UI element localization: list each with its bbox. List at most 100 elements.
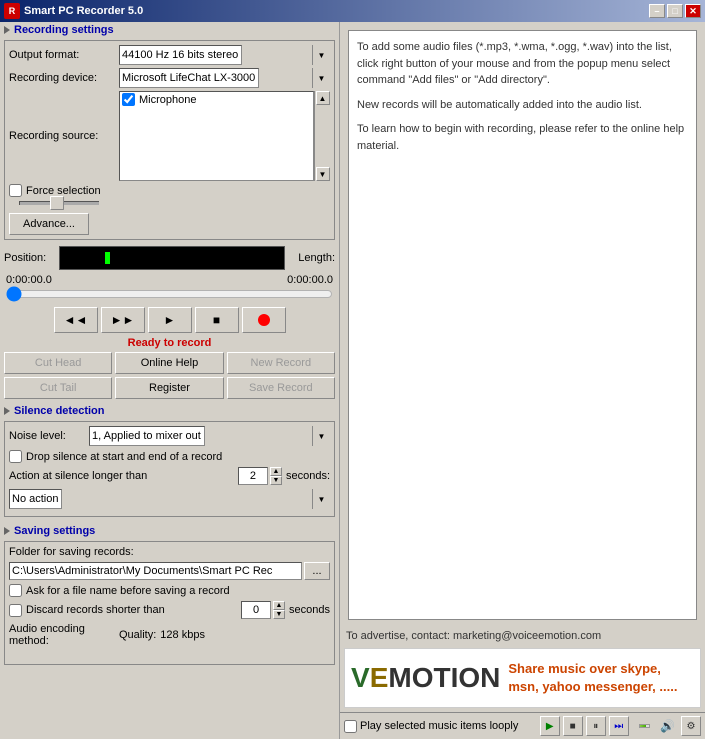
drop-silence-label: Drop silence at start and end of a recor… <box>26 451 222 463</box>
volume-slider-container <box>9 201 330 205</box>
quality-label: Quality: <box>119 629 156 641</box>
play-button[interactable]: ► <box>148 307 192 333</box>
microphone-label: Microphone <box>139 94 196 106</box>
silence-seconds-down-button[interactable]: ▼ <box>270 476 282 485</box>
loop-checkbox[interactable] <box>344 720 357 733</box>
title-bar: R Smart PC Recorder 5.0 – □ ✕ <box>0 0 705 22</box>
recording-settings-header-bar: Recording settings <box>0 22 339 38</box>
volume-slider-thumb[interactable] <box>50 196 64 210</box>
recording-source-label: Recording source: <box>9 130 119 142</box>
drop-silence-checkbox[interactable] <box>9 450 22 463</box>
info-para-2: New records will be automatically added … <box>357 97 688 114</box>
no-action-row: No action ▼ <box>9 489 330 509</box>
record-button[interactable] <box>242 307 286 333</box>
silence-detection-header: Silence detection <box>14 405 104 417</box>
noise-level-select[interactable]: 1, Applied to mixer out <box>89 426 205 446</box>
transport-buttons: ◄◄ ►► ► ■ <box>4 307 335 333</box>
rewind-button[interactable]: ◄◄ <box>54 307 98 333</box>
stop-button[interactable]: ■ <box>195 307 239 333</box>
output-format-select[interactable]: 44100 Hz 16 bits stereo <box>119 45 242 65</box>
minimize-button[interactable]: – <box>649 4 665 18</box>
silence-seconds-up-button[interactable]: ▲ <box>270 467 282 476</box>
recording-source-row: Recording source: Microphone ▲ ▼ <box>9 91 330 181</box>
action-buttons-row2: Cut Tail Register Save Record <box>4 377 335 399</box>
length-time: 0:00:00.0 <box>273 274 333 286</box>
position-time: 0:00:00.0 <box>6 274 66 286</box>
silence-detection-header-bar: Silence detection <box>0 403 339 419</box>
source-scrollbar: ▲ ▼ <box>314 91 330 181</box>
transport-area: Position: Length: 0:00:00.0 0:00:00.0 ◄◄… <box>4 246 335 399</box>
discard-up-button[interactable]: ▲ <box>273 601 285 610</box>
ask-filename-row: Ask for a file name before saving a reco… <box>9 584 330 597</box>
encoding-row: Audio encoding method: Quality: 128 kbps <box>9 623 330 647</box>
silence-seconds-input[interactable] <box>238 467 268 485</box>
bottom-play-button[interactable]: ▶ <box>540 716 560 736</box>
status-text: Ready to record <box>4 337 335 349</box>
discard-short-checkbox[interactable] <box>9 604 22 617</box>
volume-slider-track[interactable] <box>19 201 99 205</box>
ve-motion-text: MOTION <box>388 662 500 693</box>
force-selection-checkbox[interactable] <box>9 184 22 197</box>
silence-section-triangle-icon <box>4 407 10 415</box>
saving-spacer <box>9 650 330 660</box>
settings-button[interactable]: ⚙ <box>681 716 701 736</box>
source-list[interactable]: Microphone <box>119 91 314 181</box>
new-record-button[interactable]: New Record <box>227 352 335 374</box>
info-para-3: To learn how to begin with recording, pl… <box>357 121 688 154</box>
recording-settings-header: Recording settings <box>14 24 114 36</box>
forward-button[interactable]: ►► <box>101 307 145 333</box>
microphone-checkbox[interactable] <box>122 93 135 106</box>
cut-head-button[interactable]: Cut Head <box>4 352 112 374</box>
bottom-bar: Play selected music items looply ▶ ■ ⏸ ⏭… <box>340 712 705 739</box>
window-controls: – □ ✕ <box>649 4 701 18</box>
saving-settings-box: Folder for saving records: ... Ask for a… <box>4 541 335 665</box>
ad-area: VEMOTION Share music over skype, msn, ya… <box>344 648 701 708</box>
progress-slider[interactable] <box>6 288 333 300</box>
online-help-button[interactable]: Online Help <box>115 352 223 374</box>
folder-path-input[interactable] <box>9 562 302 580</box>
recording-device-select[interactable]: Microsoft LifeChat LX-3000 <box>119 68 259 88</box>
main-window: Recording settings Output format: 44100 … <box>0 22 705 739</box>
source-scroll-down-button[interactable]: ▼ <box>316 167 330 181</box>
register-button[interactable]: Register <box>115 377 223 399</box>
output-format-arrow-icon: ▼ <box>312 45 330 65</box>
no-action-wrapper: No action ▼ <box>9 489 330 509</box>
recording-device-arrow-icon: ▼ <box>312 68 330 88</box>
loop-check-row: Play selected music items looply <box>344 720 518 733</box>
discard-down-button[interactable]: ▼ <box>273 610 285 619</box>
recording-settings-box: Output format: 44100 Hz 16 bits stereo ▼… <box>4 40 335 240</box>
ad-text: Share music over skype, msn, yahoo messe… <box>508 660 694 696</box>
encoding-label: Audio encoding method: <box>9 623 119 647</box>
saving-section-triangle-icon <box>4 527 10 535</box>
saving-settings-header: Saving settings <box>14 525 95 537</box>
source-scroll-up-button[interactable]: ▲ <box>316 91 330 105</box>
discard-spinners: ▲ ▼ <box>273 601 285 619</box>
cut-tail-button[interactable]: Cut Tail <box>4 377 112 399</box>
recording-device-wrapper: Microsoft LifeChat LX-3000 ▼ <box>119 68 330 88</box>
info-para-1: To add some audio files (*.mp3, *.wma, *… <box>357 39 688 89</box>
info-row: To add some audio files (*.mp3, *.wma, *… <box>344 26 701 624</box>
browse-button[interactable]: ... <box>304 562 330 580</box>
bottom-stop-button[interactable]: ■ <box>563 716 583 736</box>
source-list-container: Microphone ▲ ▼ <box>119 91 330 181</box>
length-label: Length: <box>285 252 335 264</box>
save-record-button[interactable]: Save Record <box>227 377 335 399</box>
time-row: 0:00:00.0 0:00:00.0 <box>4 274 335 286</box>
silence-detection-box: Noise level: 1, Applied to mixer out ▼ D… <box>4 421 335 517</box>
bottom-skip-button[interactable]: ⏭ <box>609 716 629 736</box>
ask-filename-checkbox[interactable] <box>9 584 22 597</box>
force-selection-label: Force selection <box>26 185 101 197</box>
close-button[interactable]: ✕ <box>685 4 701 18</box>
discard-unit-label: seconds <box>289 604 330 616</box>
maximize-button[interactable]: □ <box>667 4 683 18</box>
discard-value-input[interactable] <box>241 601 271 619</box>
bottom-pause-button[interactable]: ⏸ <box>586 716 606 736</box>
volume-icon: 🔊 <box>660 719 675 733</box>
app-icon: R <box>4 3 20 19</box>
saving-settings-header-bar: Saving settings <box>0 523 339 539</box>
advance-button[interactable]: Advance... <box>9 213 89 235</box>
record-dot-icon <box>258 314 270 326</box>
no-action-select[interactable]: No action <box>9 489 62 509</box>
waveform-line <box>105 252 110 264</box>
output-format-wrapper: 44100 Hz 16 bits stereo ▼ <box>119 45 330 65</box>
